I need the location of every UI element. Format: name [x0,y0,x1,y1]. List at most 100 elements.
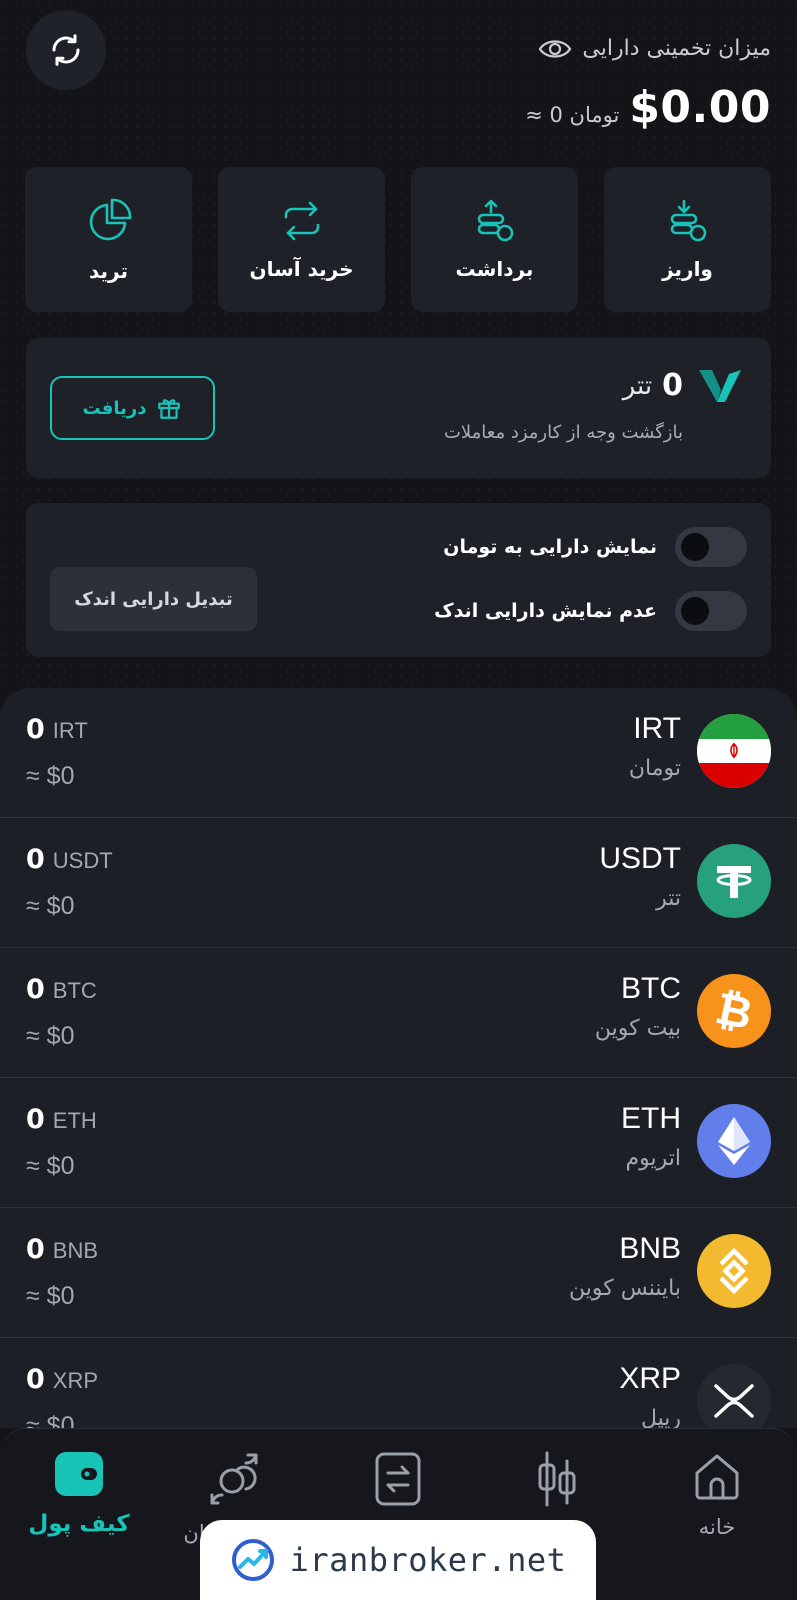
asset-unit: BTC [52,978,97,1003]
cashback-description: بازگشت وجه از کارمزد معاملات [443,422,683,443]
asset-usd-value: ≈ $0 [26,1412,75,1428]
wallet-icon [55,1452,103,1496]
refresh-icon [52,34,80,66]
chart-trend-icon [231,1539,274,1581]
cashback-amount-row: 0 تتر [623,368,683,403]
easy-buy-label: خرید آسان [249,256,354,281]
iran-flag-icon [697,714,771,788]
watermark-text: iranbroker.net [289,1541,567,1579]
refresh-button[interactable] [26,10,106,90]
asset-balance: 0 ETH [26,1104,97,1135]
bitcoin-icon: ₿ [697,974,771,1048]
asset-unit: IRT [52,718,88,743]
usd-total: $0.00 [629,82,771,133]
hide-small-row: عدم نمایش دارایی اندک [434,591,747,631]
asset-unit: USDT [52,848,113,873]
asset-amount: 0 [26,1104,45,1135]
asset-name: اتریوم [625,1146,681,1171]
asset-usd-value: ≈ $0 [26,762,75,790]
asset-unit: BNB [52,1238,99,1263]
asset-row-usdt[interactable]: USDT تتر 0 USDT ≈ $0 [0,818,797,948]
candlestick-icon [538,1451,576,1507]
asset-row-eth[interactable]: ETH اتریوم 0 ETH ≈ $0 [0,1078,797,1208]
trade-label: ترید [88,258,128,283]
asset-usd-value: ≈ $0 [26,892,75,920]
asset-name: تتر [656,886,681,911]
balance-row: ≈ 0 تومان $0.00 [525,82,771,133]
asset-amount: 0 [26,1234,45,1265]
pie-chart-icon [89,198,131,240]
trade-button[interactable]: ترید [25,167,192,312]
easy-buy-button[interactable]: خرید آسان [218,167,385,312]
asset-name: ریپل [640,1406,681,1428]
asset-list: IRT تومان 0 IRT ≈ $0 USDT تتر 0 USDT ≈ $… [0,688,797,1428]
home-icon [695,1454,739,1500]
balance-title-row: میزان تخمینی دارایی [538,36,771,61]
asset-unit: XRP [52,1368,99,1393]
asset-unit: ETH [52,1108,97,1133]
transfer-icon [375,1452,421,1506]
asset-balance: 0 BTC [26,974,97,1005]
asset-row-xrp[interactable]: XRP ریپل 0 XRP ≈ $0 [0,1338,797,1428]
toggle-knob [681,597,709,625]
quick-actions: واریز برداشت خرید آسان ترید [25,167,771,312]
asset-symbol: XRP [619,1362,681,1395]
asset-name: تومان [628,756,681,781]
receive-label: دریافت [82,397,147,419]
asset-amount: 0 [26,844,45,875]
show-in-toman-toggle[interactable] [675,527,747,567]
asset-row-bnb[interactable]: BNB بایننس کوین 0 BNB ≈ $0 [0,1208,797,1338]
cashback-amount: 0 [662,368,683,403]
asset-symbol: ETH [621,1102,681,1135]
nav-home[interactable]: خانه [642,1451,792,1571]
withdraw-label: برداشت [455,256,534,281]
xrp-icon [697,1364,771,1428]
hide-small-label: عدم نمایش دارایی اندک [434,600,657,622]
withdraw-icon [477,199,513,241]
brand-logo-icon [699,370,741,402]
gift-icon [158,399,181,419]
asset-balance: 0 XRP [26,1364,98,1395]
toman-estimate: ≈ 0 تومان [525,103,620,127]
asset-name: بیت کوین [594,1016,681,1041]
convert-small-assets-button[interactable]: تبدیل دارایی اندک [50,567,257,631]
balance-title: میزان تخمینی دارایی [582,36,771,61]
cashback-card: 0 تتر بازگشت وجه از کارمزد معاملات دریاف… [26,338,771,478]
asset-balance: 0 USDT [26,844,113,875]
show-in-toman-row: نمایش دارایی به تومان [443,527,747,567]
nav-wallet[interactable]: کیف پول [4,1451,154,1571]
asset-usd-value: ≈ $0 [26,1022,75,1050]
deposit-button[interactable]: واریز [604,167,771,312]
watermark-banner: iranbroker.net [200,1520,596,1600]
tether-icon [697,844,771,918]
asset-usd-value: ≈ $0 [26,1282,75,1310]
asset-symbol: BNB [619,1232,681,1265]
asset-balance: 0 BNB [26,1234,98,1265]
asset-name: بایننس کوین [569,1276,681,1301]
deposit-icon [670,199,706,241]
asset-amount: 0 [26,714,45,745]
ethereum-icon [697,1104,771,1178]
asset-symbol: BTC [621,972,681,1005]
asset-symbol: USDT [599,842,681,875]
asset-amount: 0 [26,1364,45,1395]
asset-usd-value: ≈ $0 [26,1152,75,1180]
receive-button[interactable]: دریافت [50,376,215,440]
binance-icon [697,1234,771,1308]
asset-balance: 0 IRT [26,714,88,745]
asset-row-btc[interactable]: ₿ BTC بیت کوین 0 BTC ≈ $0 [0,948,797,1078]
cashback-unit: تتر [622,370,653,401]
display-settings-card: نمایش دارایی به تومان عدم نمایش دارایی ا… [26,503,771,657]
deposit-label: واریز [662,256,713,281]
exchange-coins-icon [210,1453,258,1505]
nav-wallet-label: کیف پول [28,1511,130,1537]
swap-icon [284,201,319,240]
show-in-toman-label: نمایش دارایی به تومان [443,536,657,558]
withdraw-button[interactable]: برداشت [411,167,578,312]
asset-row-irt[interactable]: IRT تومان 0 IRT ≈ $0 [0,688,797,818]
nav-home-label: خانه [698,1515,736,1539]
eye-icon[interactable] [538,37,572,61]
hide-small-toggle[interactable] [675,591,747,631]
asset-amount: 0 [26,974,45,1005]
asset-symbol: IRT [633,712,681,745]
